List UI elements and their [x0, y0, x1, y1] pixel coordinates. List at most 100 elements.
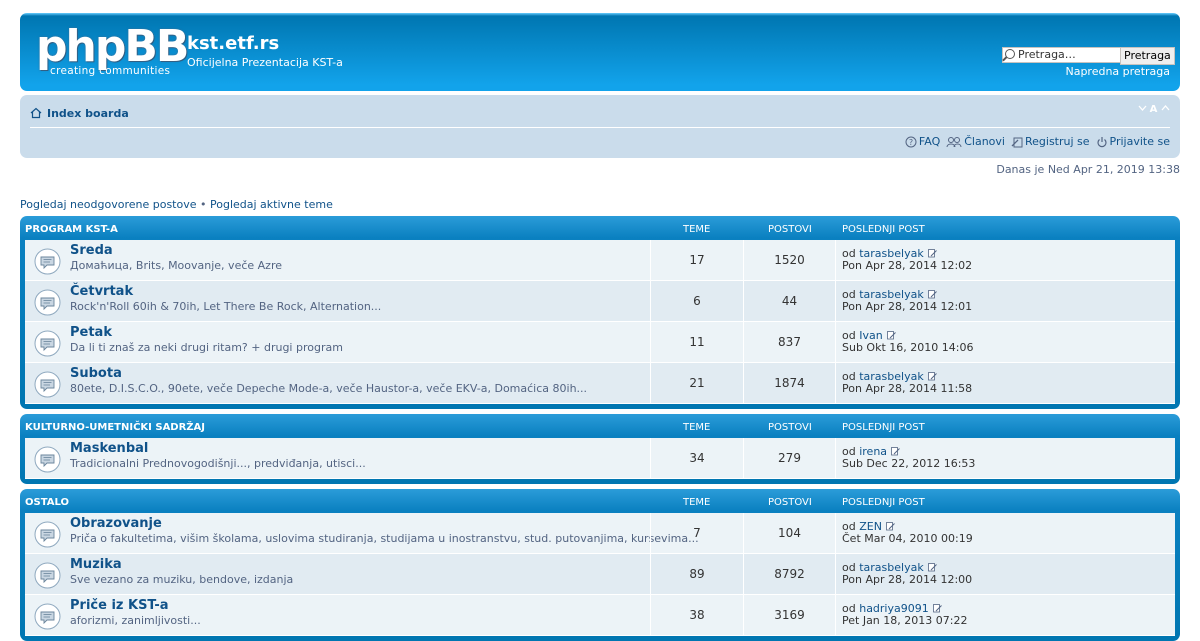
- forum-description: Rock'n'Roll 60ih & 70ih, Let There Be Ro…: [70, 300, 382, 313]
- logo-tagline: creating communities: [50, 65, 171, 77]
- category-title[interactable]: PROGRAM KST-A: [25, 224, 118, 235]
- last-post-cell: od tarasbelyak Pon Apr 28, 2014 12:00: [835, 554, 1176, 594]
- view-latest-post-icon[interactable]: [932, 604, 942, 613]
- svg-text:?: ?: [909, 138, 913, 147]
- forum-title[interactable]: Maskenbal: [70, 441, 148, 456]
- posts-column-header: POSTOVI: [768, 497, 812, 508]
- question-icon: ?: [905, 136, 917, 147]
- posts-count: 1520: [743, 240, 835, 280]
- forum-title[interactable]: Petak: [70, 325, 112, 340]
- forum-description: Sve vezano za muziku, bendove, izdanja: [70, 573, 294, 586]
- last-post-column-header: POSLEDNJI POST: [842, 224, 925, 235]
- topics-count: 7: [650, 513, 743, 553]
- last-post-date: Pet Jan 18, 2013 07:22: [842, 614, 968, 627]
- forum-row: Sreda Домаћица, Brits, Moovanje, veče Azr…: [25, 240, 1175, 281]
- forum-description: aforizmi, zanimljivosti...: [70, 614, 201, 627]
- font-size-icon: A: [1138, 104, 1170, 115]
- topics-column-header: TEME: [683, 497, 711, 508]
- topics-column-header: TEME: [683, 422, 711, 433]
- home-icon: [30, 107, 42, 119]
- quick-links-separator: •: [196, 198, 210, 211]
- phpbb-logo[interactable]: phpBB creating communities: [36, 21, 189, 79]
- quick-links: Pogledaj neodgovorene postove • Pogledaj…: [20, 198, 333, 211]
- advanced-search-link[interactable]: Napredna pretraga: [1065, 65, 1170, 78]
- view-latest-post-icon[interactable]: [927, 249, 937, 258]
- search-input[interactable]: Pretraga…: [1002, 47, 1134, 63]
- last-post-date: Čet Mar 04, 2010 00:19: [842, 532, 973, 545]
- navbar-links: ? FAQ Članovi Registruj se Prijavite se: [905, 135, 1170, 148]
- forum-title[interactable]: Muzika: [70, 557, 122, 572]
- power-icon: [1096, 136, 1107, 147]
- forum-description: Da li ti znaš za neki drugi ritam? + dru…: [70, 341, 343, 354]
- unanswered-posts-link[interactable]: Pogledaj neodgovorene postove: [20, 198, 197, 211]
- register-icon: [1011, 137, 1023, 147]
- font-size-control[interactable]: A: [1138, 103, 1170, 116]
- forum-read-icon: [34, 371, 61, 398]
- posts-count: 44: [743, 281, 835, 321]
- faq-link[interactable]: ? FAQ: [905, 135, 940, 148]
- forum-category: OSTALO TEME POSTOVI POSLEDNJI POST Obrazovan…: [20, 489, 1180, 641]
- forum-read-icon: [34, 330, 61, 357]
- search-button[interactable]: Pretraga: [1120, 47, 1175, 65]
- search-placeholder: Pretraga…: [1018, 48, 1076, 61]
- login-link[interactable]: Prijavite se: [1096, 135, 1170, 148]
- svg-text:A: A: [1150, 104, 1159, 113]
- forum-description: 80ete, D.I.S.C.O., 90ete, veče Depeche M…: [70, 382, 588, 395]
- posts-count: 1874: [743, 363, 835, 403]
- forum-read-icon: [34, 248, 61, 275]
- active-topics-link[interactable]: Pogledaj aktivne teme: [210, 198, 333, 211]
- posts-column-header: POSTOVI: [768, 422, 812, 433]
- forum-title[interactable]: Priče iz KST-a: [70, 598, 169, 613]
- site-title[interactable]: kst.etf.rs: [187, 33, 279, 54]
- last-post-cell: od irena Sub Dec 22, 2012 16:53: [835, 438, 1176, 478]
- last-post-column-header: POSLEDNJI POST: [842, 422, 925, 433]
- site-description: Oficijelna Prezentacija KST-a: [187, 56, 343, 69]
- last-post-column-header: POSLEDNJI POST: [842, 497, 925, 508]
- current-date: Danas je Ned Apr 21, 2019 13:38: [996, 163, 1180, 176]
- category-header: PROGRAM KST-A TEME POSTOVI POSLEDNJI POST: [20, 216, 1180, 240]
- forum-description: Priča o fakultetima, višim školama, uslo…: [70, 532, 699, 545]
- last-post-cell: od tarasbelyak Pon Apr 28, 2014 12:02: [835, 240, 1176, 280]
- register-link[interactable]: Registruj se: [1011, 135, 1090, 148]
- posts-count: 279: [743, 438, 835, 478]
- members-link[interactable]: Članovi: [946, 135, 1005, 148]
- topics-count: 34: [650, 438, 743, 478]
- login-label: Prijavite se: [1109, 135, 1170, 148]
- view-latest-post-icon[interactable]: [927, 290, 937, 299]
- forum-read-icon: [34, 562, 61, 589]
- category-title[interactable]: KULTURNO-UMETNIČKI SADRŽAJ: [25, 422, 205, 433]
- topics-count: 11: [650, 322, 743, 362]
- view-latest-post-icon[interactable]: [891, 447, 900, 456]
- topics-count: 21: [650, 363, 743, 403]
- forum-title[interactable]: Obrazovanje: [70, 516, 162, 531]
- forum-title[interactable]: Subota: [70, 366, 122, 381]
- forum-row: Muzika Sve vezano za muziku, bendove, izd…: [25, 554, 1175, 595]
- posts-count: 3169: [743, 595, 835, 635]
- site-header: phpBB creating communities kst.etf.rs Of…: [20, 13, 1180, 91]
- category-title[interactable]: OSTALO: [25, 497, 69, 508]
- view-latest-post-icon[interactable]: [886, 331, 896, 340]
- forum-description: Tradicionalni Prednovogodišnji..., predv…: [70, 457, 366, 470]
- last-post-date: Sub Okt 16, 2010 14:06: [842, 341, 974, 354]
- forum-title[interactable]: Četvrtak: [70, 284, 133, 299]
- category-header: OSTALO TEME POSTOVI POSLEDNJI POST: [20, 489, 1180, 513]
- view-latest-post-icon[interactable]: [886, 522, 895, 531]
- topics-count: 38: [650, 595, 743, 635]
- last-post-cell: od tarasbelyak Pon Apr 28, 2014 12:01: [835, 281, 1176, 321]
- last-post-date: Pon Apr 28, 2014 11:58: [842, 382, 973, 395]
- topics-count: 6: [650, 281, 743, 321]
- members-label: Članovi: [964, 135, 1005, 148]
- breadcrumb-index[interactable]: Index boarda: [47, 107, 129, 120]
- last-post-date: Pon Apr 28, 2014 12:00: [842, 573, 973, 586]
- view-latest-post-icon[interactable]: [927, 372, 937, 381]
- last-post-date: Pon Apr 28, 2014 12:01: [842, 300, 973, 313]
- last-post-cell: od hadriya9091 Pet Jan 18, 2013 07:22: [835, 595, 1176, 635]
- forum-read-icon: [34, 521, 61, 548]
- forum-title[interactable]: Sreda: [70, 243, 113, 258]
- forum-read-icon: [34, 446, 61, 473]
- navbar: Index boarda A ? FAQ Članovi Registruj s…: [20, 95, 1180, 158]
- members-icon: [946, 136, 962, 147]
- last-post-cell: od Ivan Sub Okt 16, 2010 14:06: [835, 322, 1176, 362]
- posts-column-header: POSTOVI: [768, 224, 812, 235]
- view-latest-post-icon[interactable]: [927, 563, 937, 572]
